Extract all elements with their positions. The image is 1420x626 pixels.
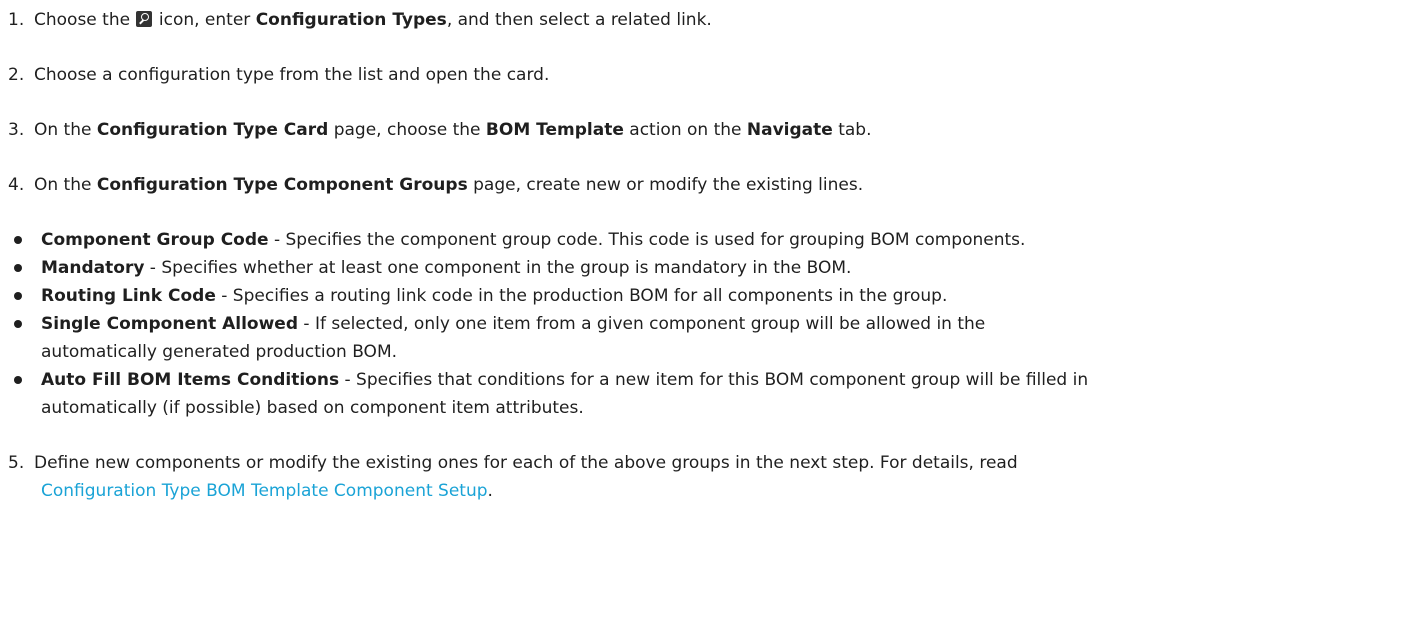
field-description: - Specifies that conditions for a new it… <box>339 370 1089 390</box>
step-text: page, choose the <box>328 120 486 140</box>
step-text: Choose a configuration type from the lis… <box>34 65 550 85</box>
field-item: Single Component Allowed - If selected, … <box>0 311 1400 337</box>
step-5: 5. Define new components or modify the ex… <box>0 450 1018 476</box>
ui-term: Configuration Types <box>255 10 447 30</box>
component-setup-link[interactable]: Configuration Type BOM Template Componen… <box>41 481 488 501</box>
bullet-icon <box>14 320 22 328</box>
step-text: On the <box>34 175 97 195</box>
ui-term: Configuration Type Component Groups <box>96 175 468 195</box>
step-3: 3. On the Configuration Type Card page, c… <box>0 117 872 143</box>
step-text: tab. <box>832 120 872 140</box>
step-text: Define new components or modify the exis… <box>34 453 1018 473</box>
field-description: - Specifies a routing link code in the p… <box>215 286 948 306</box>
step-text: icon, enter <box>153 10 256 30</box>
ui-term: Configuration Type Card <box>96 120 329 140</box>
bullet-icon <box>14 292 22 300</box>
step-text: page, create new or modify the existing … <box>467 175 864 195</box>
field-item: Routing Link Code - Specifies a routing … <box>0 283 1400 309</box>
step-text: , and then select a related link. <box>446 10 712 30</box>
field-description: - If selected, only one item from a give… <box>298 314 986 334</box>
field-term: Single Component Allowed <box>41 314 299 334</box>
step-text: . <box>487 481 493 501</box>
field-description-continued: automatically (if possible) based on com… <box>41 398 584 418</box>
field-description-continued: automatically generated production BOM. <box>41 342 398 362</box>
document-body: 1. Choose the icon, enter Configuration T… <box>0 0 1420 626</box>
ui-term: Navigate <box>746 120 833 140</box>
step-5-continued: Configuration Type BOM Template Componen… <box>41 478 493 504</box>
step-number: 4. <box>8 175 25 195</box>
field-item: Component Group Code - Specifies the com… <box>0 227 1400 253</box>
step-text: action on the <box>623 120 747 140</box>
field-description: - Specifies the component group code. Th… <box>268 230 1026 250</box>
field-description: - Specifies whether at least one compone… <box>144 258 852 278</box>
step-4: 4. On the Configuration Type Component Gr… <box>0 172 863 198</box>
search-icon <box>136 11 153 27</box>
field-item: Mandatory - Specifies whether at least o… <box>0 255 1400 281</box>
step-2: 2. Choose a configuration type from the l… <box>0 62 549 88</box>
bullet-icon <box>14 264 22 272</box>
bullet-icon <box>14 236 22 244</box>
step-number: 3. <box>8 120 25 140</box>
step-number: 1. <box>8 10 25 30</box>
field-term: Routing Link Code <box>41 286 216 306</box>
step-1: 1. Choose the icon, enter Configuration T… <box>0 7 712 33</box>
bullet-icon <box>14 376 22 384</box>
field-item: Auto Fill BOM Items Conditions - Specifi… <box>0 367 1400 393</box>
step-number: 5. <box>8 453 25 473</box>
field-term: Auto Fill BOM Items Conditions <box>41 370 340 390</box>
ui-term: BOM Template <box>485 120 624 140</box>
step-number: 2. <box>8 65 25 85</box>
step-text: On the <box>34 120 97 140</box>
field-term: Component Group Code <box>41 230 269 250</box>
step-text: Choose the <box>34 10 136 30</box>
field-term: Mandatory <box>41 258 145 278</box>
